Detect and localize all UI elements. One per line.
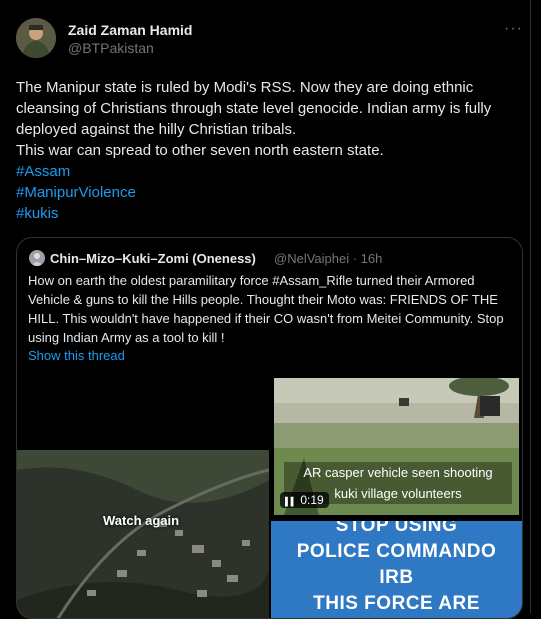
tweet-card: Zaid Zaman Hamid @BTPakistan ··· The Man… (0, 0, 531, 619)
author-handle[interactable]: @BTPakistan (68, 40, 154, 56)
video-duration-badge[interactable]: ▌▌ 0:19 (280, 492, 329, 508)
aerial-village-video[interactable]: Watch again (17, 450, 269, 618)
quoted-tweet[interactable]: Chin–Mizo–Kuki–Zomi (Oneness) @NelVaiphe… (16, 237, 523, 619)
hashtag-kukis[interactable]: #kukis (16, 203, 59, 224)
image-text-line-3: IRB (379, 567, 414, 588)
author-avatar[interactable] (16, 18, 56, 58)
quoted-author-avatar (29, 250, 45, 266)
tweet-text: The Manipur state is ruled by Modi's RSS… (16, 79, 492, 159)
image-text-line-2: POLICE COMMANDO (296, 541, 497, 562)
ar-casper-video[interactable]: AR casper vehicle seen shooting kuki vil… (274, 378, 519, 515)
quoted-tweet-text: How on earth the oldest paramilitary for… (28, 273, 504, 345)
pause-icon[interactable]: ▌▌ (285, 497, 296, 506)
show-thread-link[interactable]: Show this thread (28, 348, 125, 363)
author-name[interactable]: Zaid Zaman Hamid (68, 22, 192, 38)
quoted-author-name: Chin–Mizo–Kuki–Zomi (Oneness) (50, 251, 256, 266)
watch-again-label[interactable]: Watch again (103, 513, 179, 528)
more-options-icon[interactable]: ··· (504, 20, 523, 38)
quoted-author-handle: @NelVaiphei · 16h (274, 251, 383, 266)
image-text-line-1: STOP USING (335, 521, 458, 536)
hashtag-assam[interactable]: #Assam (16, 161, 70, 182)
stop-police-commando-image[interactable]: STOP USING POLICE COMMANDO IRB THIS FORC… (271, 521, 522, 618)
image-text-line-4: THIS FORCE ARE (313, 593, 480, 614)
video-caption-line-1: AR casper vehicle seen shooting (303, 465, 493, 480)
hashtag-manipur-violence[interactable]: #ManipurViolence (16, 182, 136, 203)
video-duration: 0:19 (300, 493, 324, 507)
